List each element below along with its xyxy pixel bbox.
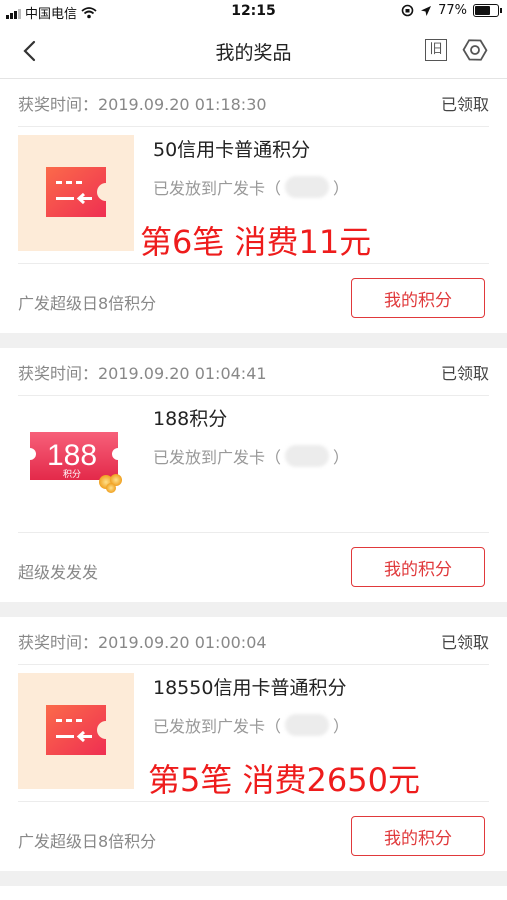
delivery-prefix: 已发放到广发卡（ (153, 448, 282, 467)
coupon-caption: 积分 (63, 468, 81, 480)
activity-label: 广发超级日8倍积分 (18, 294, 157, 313)
delivery-suffix: ） (333, 717, 350, 736)
delivery-suffix: ） (333, 448, 350, 467)
claim-status: 已领取 (440, 94, 489, 114)
prize-card: 获奖时间：2019.09.20 01:00:04 已领取 18550信用卡普通积… (0, 617, 507, 871)
nav-bar: 我的奖品 旧 (0, 24, 507, 79)
award-time: 获奖时间：2019.09.20 01:00:04 (18, 632, 267, 652)
activity-label: 超级发发发 (18, 563, 99, 582)
prize-image: 188 积分 (18, 404, 134, 520)
status-right: 77% (401, 3, 502, 18)
card-divider (18, 532, 489, 533)
prize-image (18, 135, 134, 251)
next-prize-card (0, 886, 507, 900)
prize-card: 获奖时间：2019.09.20 01:04:41 已领取 188 积分 188积… (0, 348, 507, 602)
delivery-info: 已发放到广发卡（ ） (153, 713, 349, 737)
points-coupon-icon: 188 积分 (30, 432, 122, 493)
rotation-lock-icon (401, 4, 414, 17)
card-header: 获奖时间：2019.09.20 01:04:41 已领取 (18, 348, 489, 396)
delivery-info: 已发放到广发卡（ ） (153, 444, 349, 468)
delivery-info: 已发放到广发卡（ ） (153, 175, 349, 199)
my-points-button[interactable]: 我的积分 (351, 278, 485, 318)
red-annotation: 第6笔 消费11元 (140, 223, 372, 261)
history-icon[interactable]: 旧 (425, 39, 447, 61)
card-divider (18, 801, 489, 802)
my-points-button[interactable]: 我的积分 (351, 547, 485, 587)
location-icon (421, 5, 432, 16)
prize-image (18, 673, 134, 789)
card-header: 获奖时间：2019.09.20 01:00:04 已领取 (18, 617, 489, 665)
award-time: 获奖时间：2019.09.20 01:18:30 (18, 94, 267, 114)
prize-title: 188积分 (153, 408, 228, 430)
prize-title: 18550信用卡普通积分 (153, 677, 347, 699)
masked-card-number (285, 445, 330, 467)
claim-status: 已领取 (440, 363, 489, 383)
coupon-number: 188 (47, 439, 97, 472)
claim-status: 已领取 (440, 632, 489, 652)
delivery-suffix: ） (333, 179, 350, 198)
battery-percent: 77% (438, 3, 467, 18)
delivery-prefix: 已发放到广发卡（ (153, 179, 282, 198)
prize-title: 50信用卡普通积分 (153, 139, 311, 161)
ticket-icon (46, 705, 106, 755)
ticket-icon (46, 167, 106, 217)
award-time: 获奖时间：2019.09.20 01:04:41 (18, 363, 267, 383)
activity-label: 广发超级日8倍积分 (18, 832, 157, 851)
masked-card-number (285, 176, 330, 198)
status-bar: 中国电信 12:15 77% (0, 0, 507, 24)
prize-card: 获奖时间：2019.09.20 01:18:30 已领取 50信用卡普通积分 已… (0, 79, 507, 333)
battery-icon (473, 4, 502, 17)
delivery-prefix: 已发放到广发卡（ (153, 717, 282, 736)
card-divider (18, 263, 489, 264)
red-annotation: 第5笔 消费2650元 (148, 761, 420, 799)
masked-card-number (285, 714, 330, 736)
my-points-button[interactable]: 我的积分 (351, 816, 485, 856)
settings-hexagon-icon[interactable] (461, 36, 489, 64)
card-header: 获奖时间：2019.09.20 01:18:30 已领取 (18, 79, 489, 127)
